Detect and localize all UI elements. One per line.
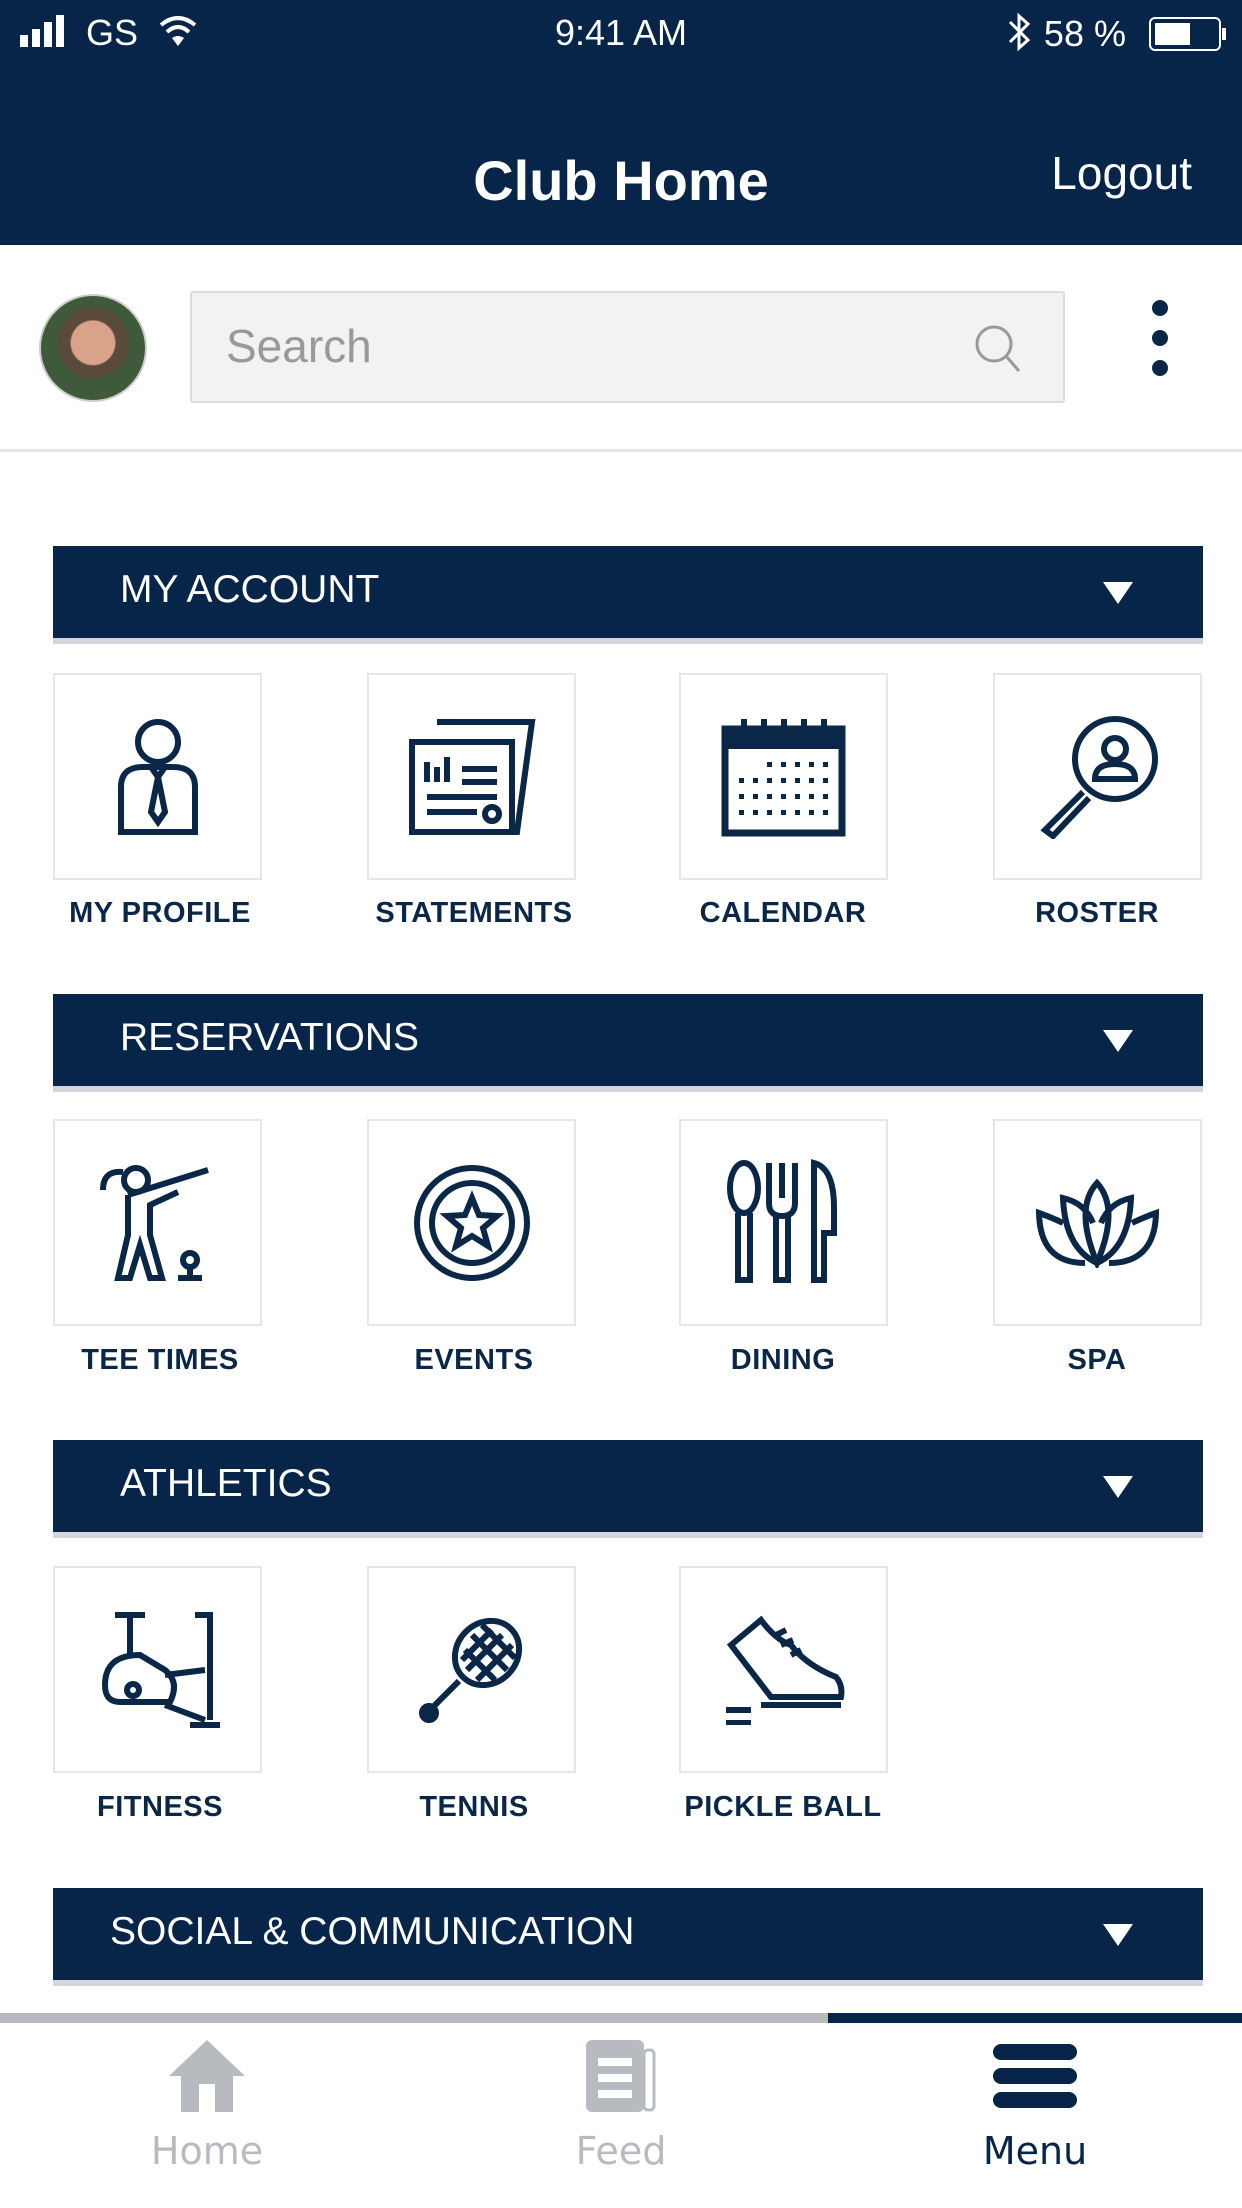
menu-icon xyxy=(993,2044,1077,2108)
divider xyxy=(0,449,1242,452)
tab-home[interactable]: Home xyxy=(0,2040,414,2173)
newspaper-icon xyxy=(586,2040,656,2112)
search-input[interactable] xyxy=(226,319,926,373)
tile-events[interactable] xyxy=(367,1119,576,1326)
caret-down-icon xyxy=(1103,582,1133,604)
tile-my-profile[interactable] xyxy=(53,673,262,880)
tile-tee-times[interactable] xyxy=(53,1119,262,1326)
star-badge-icon xyxy=(413,1164,530,1281)
search-box[interactable] xyxy=(190,291,1065,403)
caret-down-icon xyxy=(1103,1030,1133,1052)
tile-label: SPA xyxy=(1067,1344,1127,1376)
top-bar: GS 9:41 AM 58 % Club Home Logout xyxy=(0,0,1242,245)
tab-label: Menu xyxy=(982,2129,1088,2173)
sneaker-icon xyxy=(726,1615,845,1725)
caret-down-icon xyxy=(1103,1476,1133,1498)
tile-spa[interactable] xyxy=(993,1119,1202,1326)
tile-label: TEE TIMES xyxy=(81,1344,239,1376)
caret-down-icon xyxy=(1103,1924,1133,1946)
search-icon[interactable] xyxy=(973,323,1023,375)
battery-icon xyxy=(1149,17,1226,51)
tab-feed[interactable]: Feed xyxy=(414,2040,828,2173)
tile-label: CALENDAR xyxy=(699,897,867,929)
home-icon xyxy=(169,2040,245,2112)
tile-label: DINING xyxy=(730,1344,836,1376)
golfer-icon xyxy=(99,1165,209,1281)
tile-label: EVENTS xyxy=(414,1344,534,1376)
more-options-button[interactable] xyxy=(1140,300,1180,390)
tab-menu[interactable]: Menu xyxy=(828,2040,1242,2173)
tile-label: MY PROFILE xyxy=(69,897,251,929)
tile-tennis[interactable] xyxy=(367,1566,576,1773)
status-right: 58 % xyxy=(1004,12,1228,55)
tile-label: PICKLE BALL xyxy=(684,1791,882,1823)
tile-label: ROSTER xyxy=(1035,897,1159,929)
tile-pickle-ball[interactable] xyxy=(679,1566,888,1773)
tile-fitness[interactable] xyxy=(53,1566,262,1773)
statements-icon xyxy=(408,718,535,835)
tab-indicator-track xyxy=(0,2013,828,2023)
roster-search-icon xyxy=(1039,716,1158,839)
tile-statements[interactable] xyxy=(367,673,576,880)
section-reservations[interactable]: RESERVATIONS xyxy=(53,994,1203,1086)
section-athletics[interactable]: ATHLETICS xyxy=(53,1440,1203,1532)
section-title: ATHLETICS xyxy=(120,1462,332,1505)
section-title: RESERVATIONS xyxy=(120,1016,420,1059)
tile-dining[interactable] xyxy=(679,1119,888,1326)
section-my-account[interactable]: MY ACCOUNT xyxy=(53,546,1203,638)
exercise-bike-icon xyxy=(101,1611,220,1728)
profile-icon xyxy=(117,718,198,835)
utensils-icon xyxy=(726,1158,837,1283)
section-social-communication[interactable]: SOCIAL & COMMUNICATION xyxy=(53,1888,1203,1980)
tab-label: Feed xyxy=(575,2129,667,2173)
section-title: SOCIAL & COMMUNICATION xyxy=(110,1910,635,1953)
section-title: MY ACCOUNT xyxy=(120,568,380,611)
avatar[interactable] xyxy=(39,294,147,402)
tile-label: TENNIS xyxy=(419,1791,529,1823)
tennis-racket-icon xyxy=(418,1617,522,1723)
tab-label: Home xyxy=(150,2129,264,2173)
lotus-icon xyxy=(1035,1178,1160,1268)
tile-calendar[interactable] xyxy=(679,673,888,880)
tile-label: FITNESS xyxy=(97,1791,223,1823)
tab-indicator-active xyxy=(828,2013,1242,2023)
battery-percent: 58 % xyxy=(1043,13,1126,54)
tile-label: STATEMENTS xyxy=(375,897,573,929)
calendar-icon xyxy=(721,718,846,836)
logout-button[interactable]: Logout xyxy=(1051,146,1192,200)
tile-roster[interactable] xyxy=(993,673,1202,880)
bluetooth-icon xyxy=(1008,12,1031,52)
